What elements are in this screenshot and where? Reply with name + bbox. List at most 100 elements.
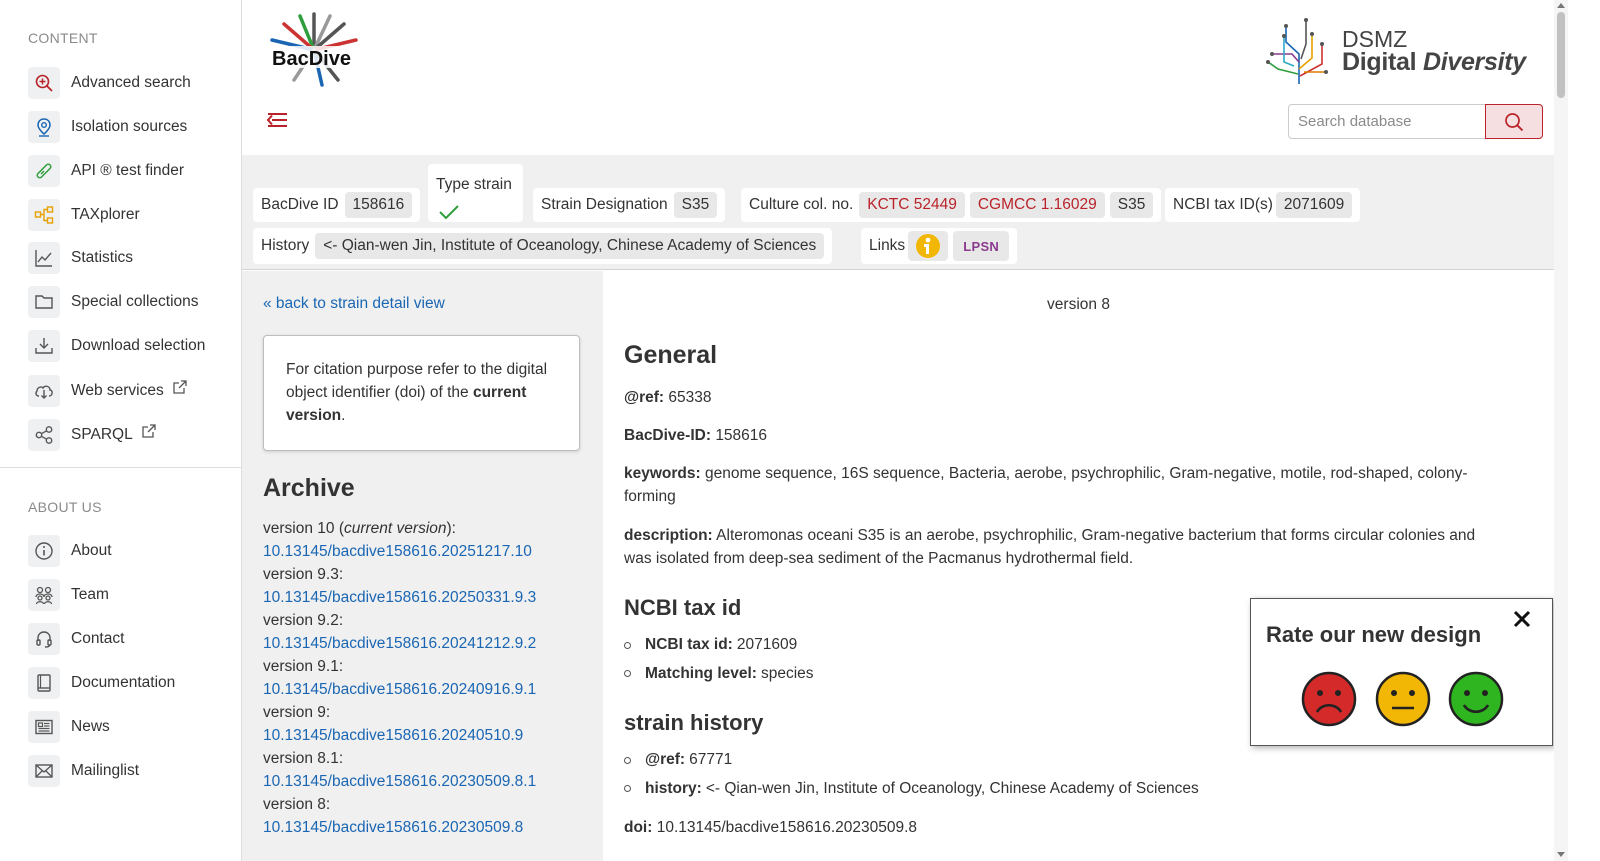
back-to-strain-link[interactable]: « back to strain detail view	[263, 295, 445, 313]
links-label: Links	[869, 237, 906, 254]
sidebar-item-label: Mailinglist	[71, 762, 140, 779]
archive-doi-link[interactable]: 10.13145/bacdive158616.20230509.8	[263, 816, 593, 839]
rate-title: Rate our new design	[1266, 622, 1482, 647]
history-value: <- Qian-wen Jin, Institute of Oceanology…	[315, 233, 825, 259]
sidebar-divider	[0, 467, 241, 468]
share-nodes-icon	[28, 419, 60, 451]
archive-version: version 8.1:	[263, 750, 344, 767]
about-heading: ABOUT US	[28, 499, 102, 515]
archive-doi-link[interactable]: 10.13145/bacdive158616.20240510.9	[263, 724, 593, 747]
sidebar-item-label: Statistics	[71, 249, 134, 266]
scroll-up-icon[interactable]	[1557, 3, 1565, 8]
description-field: description: Alteromonas oceani S35 is a…	[624, 527, 1476, 567]
sidebar-item-label: News	[71, 718, 110, 735]
list-item: Matching level: species	[624, 660, 814, 689]
archive-list: version 10 (current version): 10.13145/b…	[263, 517, 593, 839]
bacdive-id-label: BacDive ID	[261, 196, 339, 213]
scrollbar-thumb[interactable]	[1557, 12, 1565, 98]
archive-doi-link[interactable]: 10.13145/bacdive158616.20251217.10	[263, 540, 593, 563]
archive-doi-link[interactable]: 10.13145/bacdive158616.20230509.8.1	[263, 770, 593, 793]
scroll-down-icon[interactable]	[1557, 852, 1565, 857]
dsmz-logo[interactable]: DSMZ Digital Diversity	[1264, 14, 1534, 86]
page-margin	[1568, 0, 1600, 861]
neutral-face-icon[interactable]	[1375, 671, 1431, 727]
bacdive-logo[interactable]: BacDive	[264, 10, 364, 90]
sidebar-item-statistics[interactable]: Statistics	[28, 242, 133, 274]
strain-designation-card: Strain Designation S35	[533, 188, 726, 222]
close-icon[interactable]	[1512, 609, 1532, 629]
sidebar-item-api-test-finder[interactable]: API ® test finder	[28, 155, 184, 187]
cloud-download-icon	[28, 375, 60, 407]
sad-face-icon[interactable]	[1301, 671, 1357, 727]
sidebar-item-sparql[interactable]: SPARQL	[28, 419, 157, 451]
culture-link-cgmcc[interactable]: CGMCC 1.16029	[969, 192, 1105, 218]
sidebar-item-advanced-search[interactable]: Advanced search	[28, 67, 191, 99]
sidebar-item-label: Isolation sources	[71, 118, 188, 135]
bacdive-id-card: BacDive ID 158616	[253, 188, 421, 222]
strain-designation-value: S35	[673, 192, 718, 218]
archive-title: Archive	[263, 474, 355, 502]
sidebar-item-label: About	[71, 542, 112, 559]
sidebar-item-about[interactable]: About	[28, 535, 112, 567]
left-column: « back to strain detail view For citatio…	[242, 271, 603, 861]
sidebar-item-label: Web services	[71, 382, 164, 399]
sidebar-item-news[interactable]: News	[28, 711, 110, 743]
sidebar-item-label: SPARQL	[71, 426, 133, 443]
sidebar-item-label: Team	[71, 586, 109, 603]
lpsn-label: LPSN	[963, 238, 1000, 254]
sidebar-item-download-selection[interactable]: Download selection	[28, 330, 205, 362]
lpsn-link-badge[interactable]: LPSN	[953, 231, 1010, 261]
info-link-badge[interactable]	[908, 231, 949, 261]
sidebar-item-taxplorer[interactable]: TAXplorer	[28, 199, 140, 231]
bacdive-id-value: 158616	[344, 192, 413, 218]
dsmz-tree-icon	[1266, 18, 1328, 84]
archive-version: version 9.3:	[263, 566, 344, 583]
search-button[interactable]	[1485, 104, 1543, 139]
list-item: @ref: 67771	[624, 746, 1199, 775]
strain-history-heading: strain history	[624, 710, 764, 735]
rate-design-popup: Rate our new design	[1250, 598, 1553, 746]
citation-end: .	[341, 407, 346, 424]
external-link-icon	[173, 380, 187, 394]
search-icon	[1505, 112, 1524, 131]
search-input[interactable]	[1288, 104, 1486, 139]
sidebar-item-label: Advanced search	[71, 74, 191, 91]
sidebar-item-mailinglist[interactable]: Mailinglist	[28, 755, 139, 787]
keywords-field: keywords: genome sequence, 16S sequence,…	[624, 465, 1468, 505]
sidebar-item-isolation-sources[interactable]: Isolation sources	[28, 111, 187, 143]
list-item: history: <- Qian-wen Jin, Institute of Oc…	[624, 775, 1199, 804]
history-card: History <- Qian-wen Jin, Institute of Oc…	[253, 228, 833, 264]
culture-link-kctc[interactable]: KCTC 52449	[859, 192, 965, 218]
archive-doi-link[interactable]: 10.13145/bacdive158616.20240916.9.1	[263, 678, 593, 701]
sidebar-item-label: Download selection	[71, 337, 206, 354]
sidebar-item-documentation[interactable]: Documentation	[28, 667, 175, 699]
info-icon	[28, 535, 60, 567]
strain-info-bar: BacDive ID 158616 Type strain Strain Des…	[242, 155, 1554, 270]
envelope-icon	[28, 755, 60, 787]
vertical-scrollbar[interactable]	[1554, 0, 1568, 861]
ncbi-list: NCBI tax id: 2071609 Matching level: speci…	[624, 631, 814, 688]
culture-collection-card: Culture col. no. KCTC 52449 CGMCC 1.1602…	[741, 188, 1162, 222]
search-plus-icon	[28, 67, 60, 99]
ref-field: @ref: 65338	[624, 389, 712, 406]
culture-collection-label: Culture col. no.	[749, 196, 854, 213]
menu-collapse-icon[interactable]	[265, 108, 289, 132]
ncbi-tax-value: 2071609	[1275, 192, 1353, 218]
archive-doi-link[interactable]: 10.13145/bacdive158616.20241212.9.2	[263, 632, 593, 655]
bacdive-logo-text: BacDive	[272, 48, 351, 70]
archive-doi-link[interactable]: 10.13145/bacdive158616.20250331.9.3	[263, 586, 593, 609]
happy-face-icon[interactable]	[1448, 671, 1504, 727]
external-link-icon	[142, 424, 156, 438]
sidebar-item-team[interactable]: Team	[28, 579, 109, 611]
sidebar-item-web-services[interactable]: Web services	[28, 375, 188, 407]
book-icon	[28, 667, 60, 699]
checkmark-icon	[439, 205, 459, 220]
sidebar-item-contact[interactable]: Contact	[28, 623, 124, 655]
sidebar-item-label: Documentation	[71, 674, 176, 691]
sidebar-item-special-collections[interactable]: Special collections	[28, 286, 199, 318]
dsmz-subtitle: Digital Diversity	[1342, 48, 1526, 76]
version-label: version 8	[1047, 296, 1110, 313]
hierarchy-icon	[28, 199, 60, 231]
folder-icon	[28, 286, 60, 318]
headset-icon	[28, 623, 60, 655]
